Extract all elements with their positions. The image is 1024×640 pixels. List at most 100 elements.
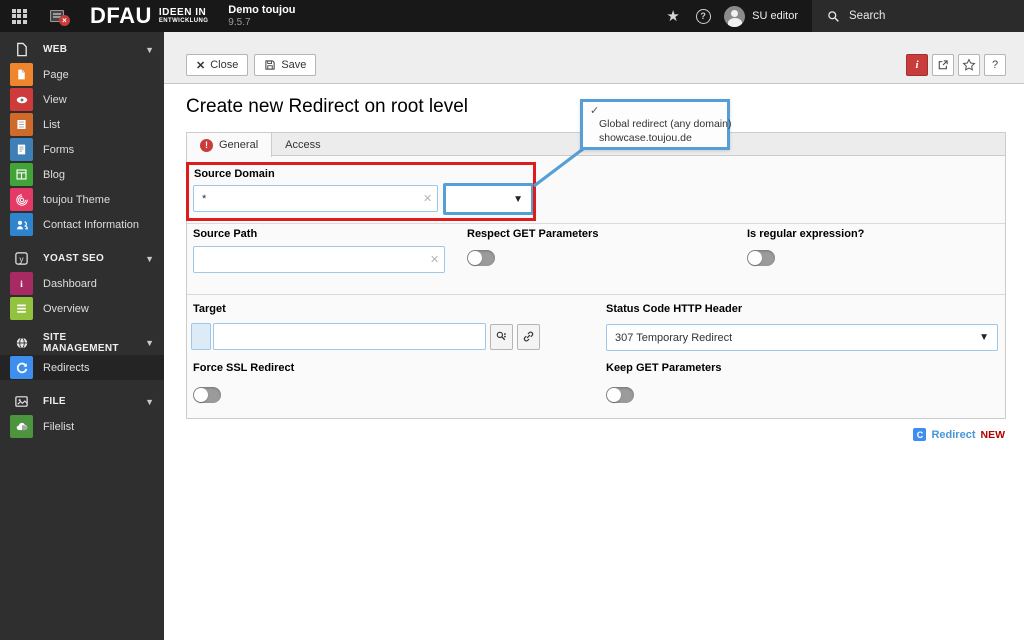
save-label: Save [281, 59, 307, 71]
toggle-knob [748, 251, 762, 265]
chevron-down-icon: ▼ [145, 44, 154, 55]
form-panel: Source Domain ✕ ▼ Source Path ✕ Respect … [186, 155, 1006, 419]
modules-menu-button[interactable] [0, 0, 38, 32]
sidebar-item-redirects[interactable]: Redirects [0, 355, 164, 380]
search-input[interactable]: Search [812, 0, 1024, 32]
chevron-down-icon: ▼ [513, 193, 523, 205]
sidebar-item-filelist[interactable]: Filelist [0, 414, 164, 439]
section-label: WEB [43, 44, 68, 55]
section-label: YOAST SEO [43, 253, 105, 264]
svg-text:y: y [19, 254, 24, 264]
status-code-value: 307 Temporary Redirect [615, 331, 733, 344]
status-code-label: Status Code HTTP Header [606, 303, 743, 315]
globe-icon [10, 336, 33, 350]
sidebar-section-web[interactable]: WEB ▼ [0, 37, 164, 62]
tab-label: Access [285, 138, 321, 151]
status-code-select[interactable]: 307 Temporary Redirect ▼ [606, 324, 998, 351]
save-icon [265, 60, 275, 70]
info-icon: i [915, 59, 919, 71]
section-label: SITE MANAGEMENT [43, 331, 119, 354]
target-input[interactable] [213, 323, 486, 350]
topbar: × DFAU IDEEN IN ENTWICKLUNG Demo toujou … [0, 0, 1024, 32]
site-info: Demo toujou 9.5.7 [228, 4, 295, 29]
brand-name: DFAU [90, 3, 152, 28]
brand-logo: DFAU IDEEN IN ENTWICKLUNG [90, 3, 208, 29]
sidebar-item-label: Dashboard [43, 277, 97, 290]
close-icon: ✕ [196, 59, 206, 72]
page-icon [10, 63, 33, 86]
view-eye-icon [10, 88, 33, 111]
open-in-new-window-button[interactable] [932, 54, 954, 76]
bookmark-button[interactable] [958, 54, 980, 76]
sidebar-item-page[interactable]: Page [0, 62, 164, 87]
selected-option-checkmark: ✓ [590, 105, 600, 117]
info-button[interactable]: i [906, 54, 928, 76]
redirect-record-icon: C [913, 428, 927, 441]
close-button[interactable]: ✕ Close [186, 54, 249, 76]
bookmarks-button[interactable]: ★ [658, 0, 688, 32]
sidebar-item-dashboard[interactable]: i Dashboard [0, 271, 164, 296]
toggle-knob [468, 251, 482, 265]
sidebar-item-contact-information[interactable]: Contact Information [0, 212, 164, 237]
sidebar-item-label: List [43, 118, 61, 131]
sidebar-item-label: Page [43, 68, 69, 81]
clear-icon[interactable]: ✕ [430, 253, 439, 266]
search-icon [828, 10, 839, 22]
user-menu[interactable]: SU editor [718, 5, 812, 27]
popup-option-line1[interactable]: Global redirect (any domain) [599, 118, 731, 132]
select-options-popup[interactable]: ✓ Global redirect (any domain) showcase.… [580, 99, 731, 150]
sidebar-item-toujou-theme[interactable]: toujou Theme [0, 187, 164, 212]
open-documents-button[interactable]: × [38, 0, 76, 32]
sidebar-item-overview[interactable]: Overview [0, 296, 164, 321]
sidebar-item-forms[interactable]: Forms [0, 137, 164, 162]
tab-general[interactable]: ! General [187, 133, 273, 157]
source-domain-select[interactable]: ▼ [443, 183, 534, 215]
sidebar-section-yoast-seo[interactable]: y YOAST SEO ▼ [0, 246, 164, 271]
keep-get-parameters-label: Keep GET Parameters [606, 362, 722, 374]
docheader-help-button[interactable]: ? [984, 54, 1006, 76]
redirects-icon [10, 356, 33, 379]
is-regular-expression-toggle[interactable] [747, 250, 775, 266]
sidebar-item-view[interactable]: View [0, 87, 164, 112]
question-icon: ? [991, 59, 999, 71]
user-name: SU editor [752, 10, 798, 22]
force-ssl-redirect-toggle[interactable] [193, 387, 221, 403]
toggle-knob [194, 388, 208, 402]
is-regular-expression-label: Is regular expression? [747, 228, 865, 240]
divider [187, 294, 1005, 295]
save-button[interactable]: Save [254, 54, 317, 76]
source-domain-input[interactable] [193, 185, 438, 212]
sidebar-section-site-management[interactable]: SITE MANAGEMENT ▼ [0, 330, 164, 355]
chevron-down-icon: ▼ [145, 337, 154, 348]
divider [187, 223, 1005, 224]
help-button[interactable]: ? [688, 0, 718, 32]
keep-get-parameters-toggle[interactable] [606, 387, 634, 403]
respect-get-parameters-toggle[interactable] [467, 250, 495, 266]
source-path-input[interactable] [193, 246, 445, 273]
forms-icon [10, 138, 33, 161]
module-sidebar: WEB ▼ Page View List Forms Blog toujou T… [0, 32, 164, 640]
search-label: Search [849, 10, 886, 22]
image-icon [10, 394, 33, 409]
toggle-knob [607, 388, 621, 402]
sidebar-item-label: Blog [43, 168, 66, 181]
link-picker-button[interactable] [517, 323, 540, 350]
chevron-down-icon: ▼ [979, 332, 989, 343]
record-footer: C Redirect NEW [186, 428, 1006, 441]
record-browser-button[interactable] [490, 323, 513, 350]
tab-access[interactable]: Access [272, 133, 333, 156]
chevron-down-icon: ▼ [145, 253, 154, 264]
sidebar-section-file[interactable]: FILE ▼ [0, 389, 164, 414]
sidebar-item-label: Forms [43, 143, 75, 156]
sidebar-item-blog[interactable]: Blog [0, 162, 164, 187]
close-badge-icon: × [59, 15, 70, 26]
sidebar-item-label: Contact Information [43, 218, 139, 231]
clear-icon[interactable]: ✕ [423, 192, 432, 205]
sidebar-item-list[interactable]: List [0, 112, 164, 137]
site-version: 9.5.7 [228, 16, 251, 28]
browse-record-icon [496, 331, 506, 341]
popup-option-line2[interactable]: showcase.toujou.de [599, 132, 720, 146]
fingerprint-icon [10, 188, 33, 211]
docheader: ✕ Close Save i ? [164, 32, 1024, 84]
web-document-icon [10, 42, 33, 57]
